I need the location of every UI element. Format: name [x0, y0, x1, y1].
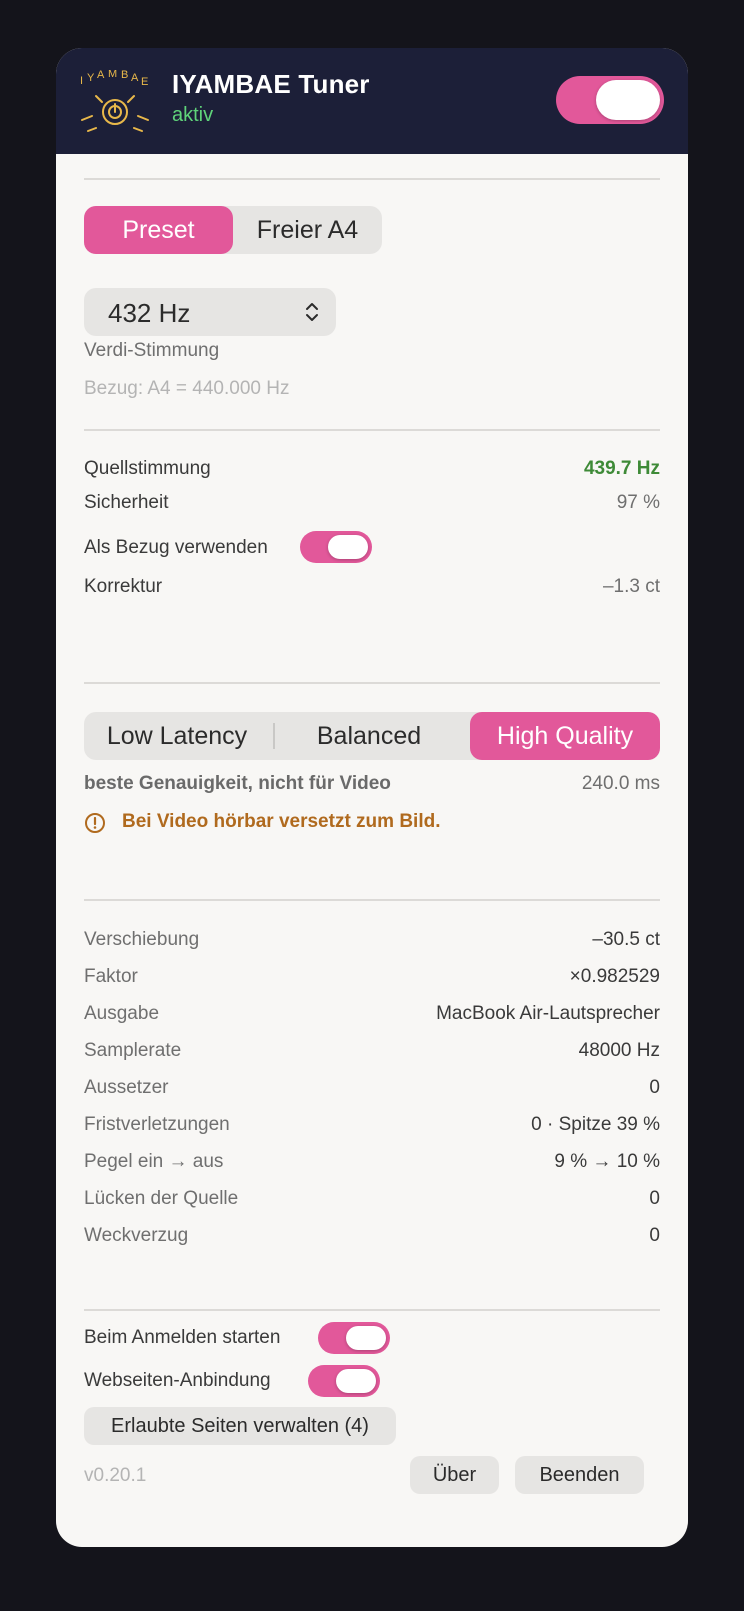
- latency-value: 240.0 ms: [581, 773, 660, 794]
- source-pitch-value: 439.7 Hz: [583, 458, 660, 479]
- confidence-value: 97 %: [616, 492, 660, 513]
- stat-label: Samplerate: [84, 1040, 182, 1061]
- svg-text:E: E: [141, 76, 148, 88]
- toggle-knob: [328, 535, 368, 559]
- stat-value: 0: [649, 1188, 660, 1209]
- stat-label: Aussetzer: [84, 1077, 169, 1098]
- tuner-panel: I Y A M B A E IYAMBAE Tuner aktiv Preset…: [56, 48, 688, 1547]
- svg-text:A: A: [97, 70, 105, 81]
- use-as-reference-label: Als Bezug verwenden: [84, 537, 268, 558]
- svg-text:Y: Y: [87, 72, 95, 84]
- tab-high-quality[interactable]: High Quality: [470, 712, 660, 760]
- quality-control: Low Latency Balanced High Quality: [84, 712, 660, 760]
- version-label: v0.20.1: [84, 1465, 147, 1486]
- launch-at-login-label: Beim Anmelden starten: [84, 1327, 281, 1348]
- stat-label: Fristverletzungen: [84, 1114, 230, 1135]
- svg-text:M: M: [108, 70, 117, 80]
- warning-icon: [84, 812, 106, 834]
- svg-text:I: I: [80, 75, 83, 87]
- stat-value: 0: [649, 1225, 660, 1246]
- segment-separator: [273, 723, 275, 749]
- stat-label: Verschiebung: [84, 929, 200, 950]
- stat-value: 0 · Spitze 39 %: [531, 1114, 660, 1135]
- stat-value: 9 % → 10 %: [554, 1151, 660, 1172]
- tab-free-a4[interactable]: Freier A4: [233, 206, 382, 254]
- manage-sites-button[interactable]: Erlaubte Seiten verwalten (4): [84, 1407, 396, 1445]
- toggle-knob: [346, 1326, 386, 1350]
- stat-value: 48000 Hz: [578, 1040, 660, 1061]
- confidence-label: Sicherheit: [84, 492, 169, 513]
- tab-preset[interactable]: Preset: [84, 206, 233, 254]
- preset-select[interactable]: 432 Hz: [84, 288, 336, 336]
- about-button[interactable]: Über: [410, 1456, 499, 1494]
- quit-button[interactable]: Beenden: [515, 1456, 644, 1494]
- app-title: IYAMBAE Tuner: [172, 69, 370, 99]
- stat-value: MacBook Air-Lautsprecher: [436, 1003, 660, 1024]
- chevron-updown-icon: [304, 300, 320, 324]
- reference-text: Bezug: A4 = 440.000 Hz: [84, 378, 290, 399]
- preset-name: Verdi-Stimmung: [84, 340, 220, 361]
- stat-label: Ausgabe: [84, 1003, 160, 1024]
- stat-label: Faktor: [84, 966, 138, 987]
- app-logo: I Y A M B A E: [78, 68, 152, 132]
- preset-value: 432 Hz: [108, 298, 191, 328]
- divider: [84, 429, 660, 431]
- use-as-reference-toggle[interactable]: [300, 531, 372, 563]
- divider: [84, 1309, 660, 1311]
- divider: [84, 178, 660, 180]
- toggle-knob: [336, 1369, 376, 1393]
- correction-label: Korrektur: [84, 576, 163, 597]
- tab-low-latency[interactable]: Low Latency: [84, 712, 270, 760]
- web-binding-toggle[interactable]: [308, 1365, 380, 1397]
- header: I Y A M B A E IYAMBAE Tuner aktiv: [56, 48, 688, 154]
- divider: [84, 899, 660, 901]
- warning-text: Bei Video hörbar versetzt zum Bild.: [122, 811, 441, 832]
- stat-value: –30.5 ct: [592, 929, 660, 950]
- stat-label: Weckverzug: [84, 1225, 189, 1246]
- quality-description: beste Genauigkeit, nicht für Video: [84, 773, 391, 794]
- svg-text:A: A: [131, 72, 139, 84]
- stat-label: Pegel ein → aus: [84, 1151, 224, 1172]
- tuning-mode-control: Preset Freier A4: [84, 206, 382, 254]
- status-label: aktiv: [172, 104, 214, 126]
- correction-value: –1.3 ct: [602, 576, 660, 597]
- tab-balanced[interactable]: Balanced: [276, 712, 462, 760]
- toggle-knob: [596, 80, 660, 120]
- source-pitch-label: Quellstimmung: [84, 458, 211, 479]
- power-toggle[interactable]: [556, 76, 664, 124]
- web-binding-label: Webseiten-Anbindung: [84, 1370, 271, 1391]
- stat-label: Lücken der Quelle: [84, 1188, 239, 1209]
- stat-value: 0: [649, 1077, 660, 1098]
- launch-at-login-toggle[interactable]: [318, 1322, 390, 1354]
- divider: [84, 682, 660, 684]
- svg-text:B: B: [121, 70, 128, 81]
- stat-value: ×0.982529: [569, 966, 660, 987]
